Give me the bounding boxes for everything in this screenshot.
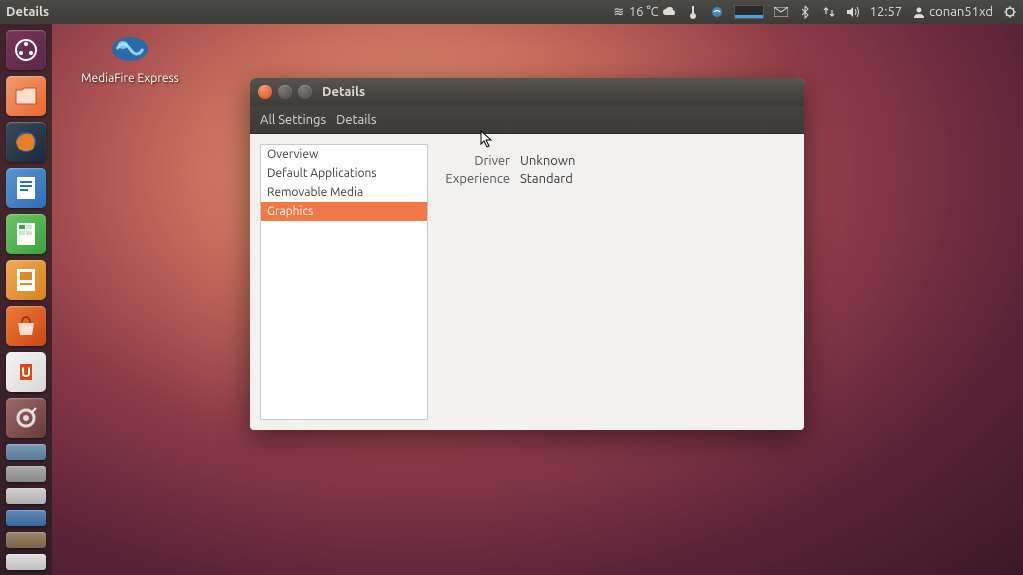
network-icon[interactable] [822, 5, 836, 19]
detail-row-driver: Driver Unknown [440, 154, 788, 168]
weather-indicator[interactable]: ≋ 16 °C [612, 5, 676, 19]
detail-key: Driver [440, 154, 510, 168]
sidebar-item-graphics[interactable]: Graphics [261, 202, 427, 221]
launcher-dash[interactable] [4, 28, 48, 72]
thermometer-icon[interactable] [686, 5, 700, 19]
detail-key: Experience [440, 172, 510, 186]
user-menu[interactable]: conan51xd [912, 5, 993, 19]
launcher: U [0, 24, 52, 575]
launcher-stack-2[interactable] [4, 464, 48, 484]
weather-text: 16 °C [629, 5, 659, 19]
details-window: Details All Settings Details Overview De… [250, 78, 804, 430]
maximize-button[interactable] [298, 85, 312, 99]
user-icon [912, 5, 926, 19]
launcher-stack-3[interactable] [4, 486, 48, 506]
close-button[interactable] [258, 85, 272, 99]
launcher-stack-5[interactable] [4, 530, 48, 550]
minimize-button[interactable] [278, 85, 292, 99]
sidebar-item-removable-media[interactable]: Removable Media [261, 183, 427, 202]
launcher-stack-4[interactable] [4, 508, 48, 528]
desktop-icon-label: MediaFire Express [70, 72, 190, 85]
weather-icon: ≋ [612, 5, 626, 19]
active-app-title: Details [6, 5, 49, 19]
launcher-calc[interactable] [4, 212, 48, 256]
launcher-firefox[interactable] [4, 120, 48, 164]
bluetooth-icon[interactable] [798, 5, 812, 19]
cloud-icon [662, 5, 676, 19]
sync-icon[interactable] [710, 5, 724, 19]
window-content: Overview Default Applications Removable … [250, 134, 804, 430]
launcher-writer[interactable] [4, 166, 48, 210]
breadcrumb-current: Details [336, 113, 376, 127]
launcher-files[interactable] [4, 74, 48, 118]
detail-row-experience: Experience Standard [440, 172, 788, 186]
launcher-ubuntu-one[interactable]: U [4, 350, 48, 394]
cpu-graph[interactable] [734, 5, 764, 19]
launcher-settings[interactable] [4, 396, 48, 440]
volume-icon[interactable] [846, 5, 860, 19]
sidebar-item-default-apps[interactable]: Default Applications [261, 164, 427, 183]
category-sidebar: Overview Default Applications Removable … [260, 144, 428, 420]
breadcrumb-all-settings[interactable]: All Settings [260, 113, 326, 127]
user-label: conan51xd [929, 5, 993, 19]
top-panel: Details ≋ 16 °C 12:57 [0, 0, 1023, 24]
indicator-area: ≋ 16 °C 12:57 conan51 [612, 5, 1017, 19]
detail-value: Standard [520, 172, 573, 186]
detail-value: Unknown [520, 154, 575, 168]
desktop-icon-mediafire[interactable]: MediaFire Express [70, 30, 190, 85]
mail-icon[interactable] [774, 5, 788, 19]
session-icon[interactable] [1003, 5, 1017, 19]
launcher-software-center[interactable] [4, 304, 48, 348]
breadcrumb-toolbar: All Settings Details [250, 106, 804, 134]
window-title: Details [322, 85, 365, 99]
clock[interactable]: 12:57 [870, 5, 903, 19]
launcher-impress[interactable] [4, 258, 48, 302]
launcher-stack-6[interactable] [4, 552, 48, 572]
mediafire-icon [106, 30, 154, 68]
launcher-stack-1[interactable] [4, 442, 48, 462]
svg-text:U: U [21, 364, 31, 380]
titlebar[interactable]: Details [250, 78, 804, 106]
sidebar-item-overview[interactable]: Overview [261, 145, 427, 164]
detail-pane: Driver Unknown Experience Standard [434, 144, 794, 420]
